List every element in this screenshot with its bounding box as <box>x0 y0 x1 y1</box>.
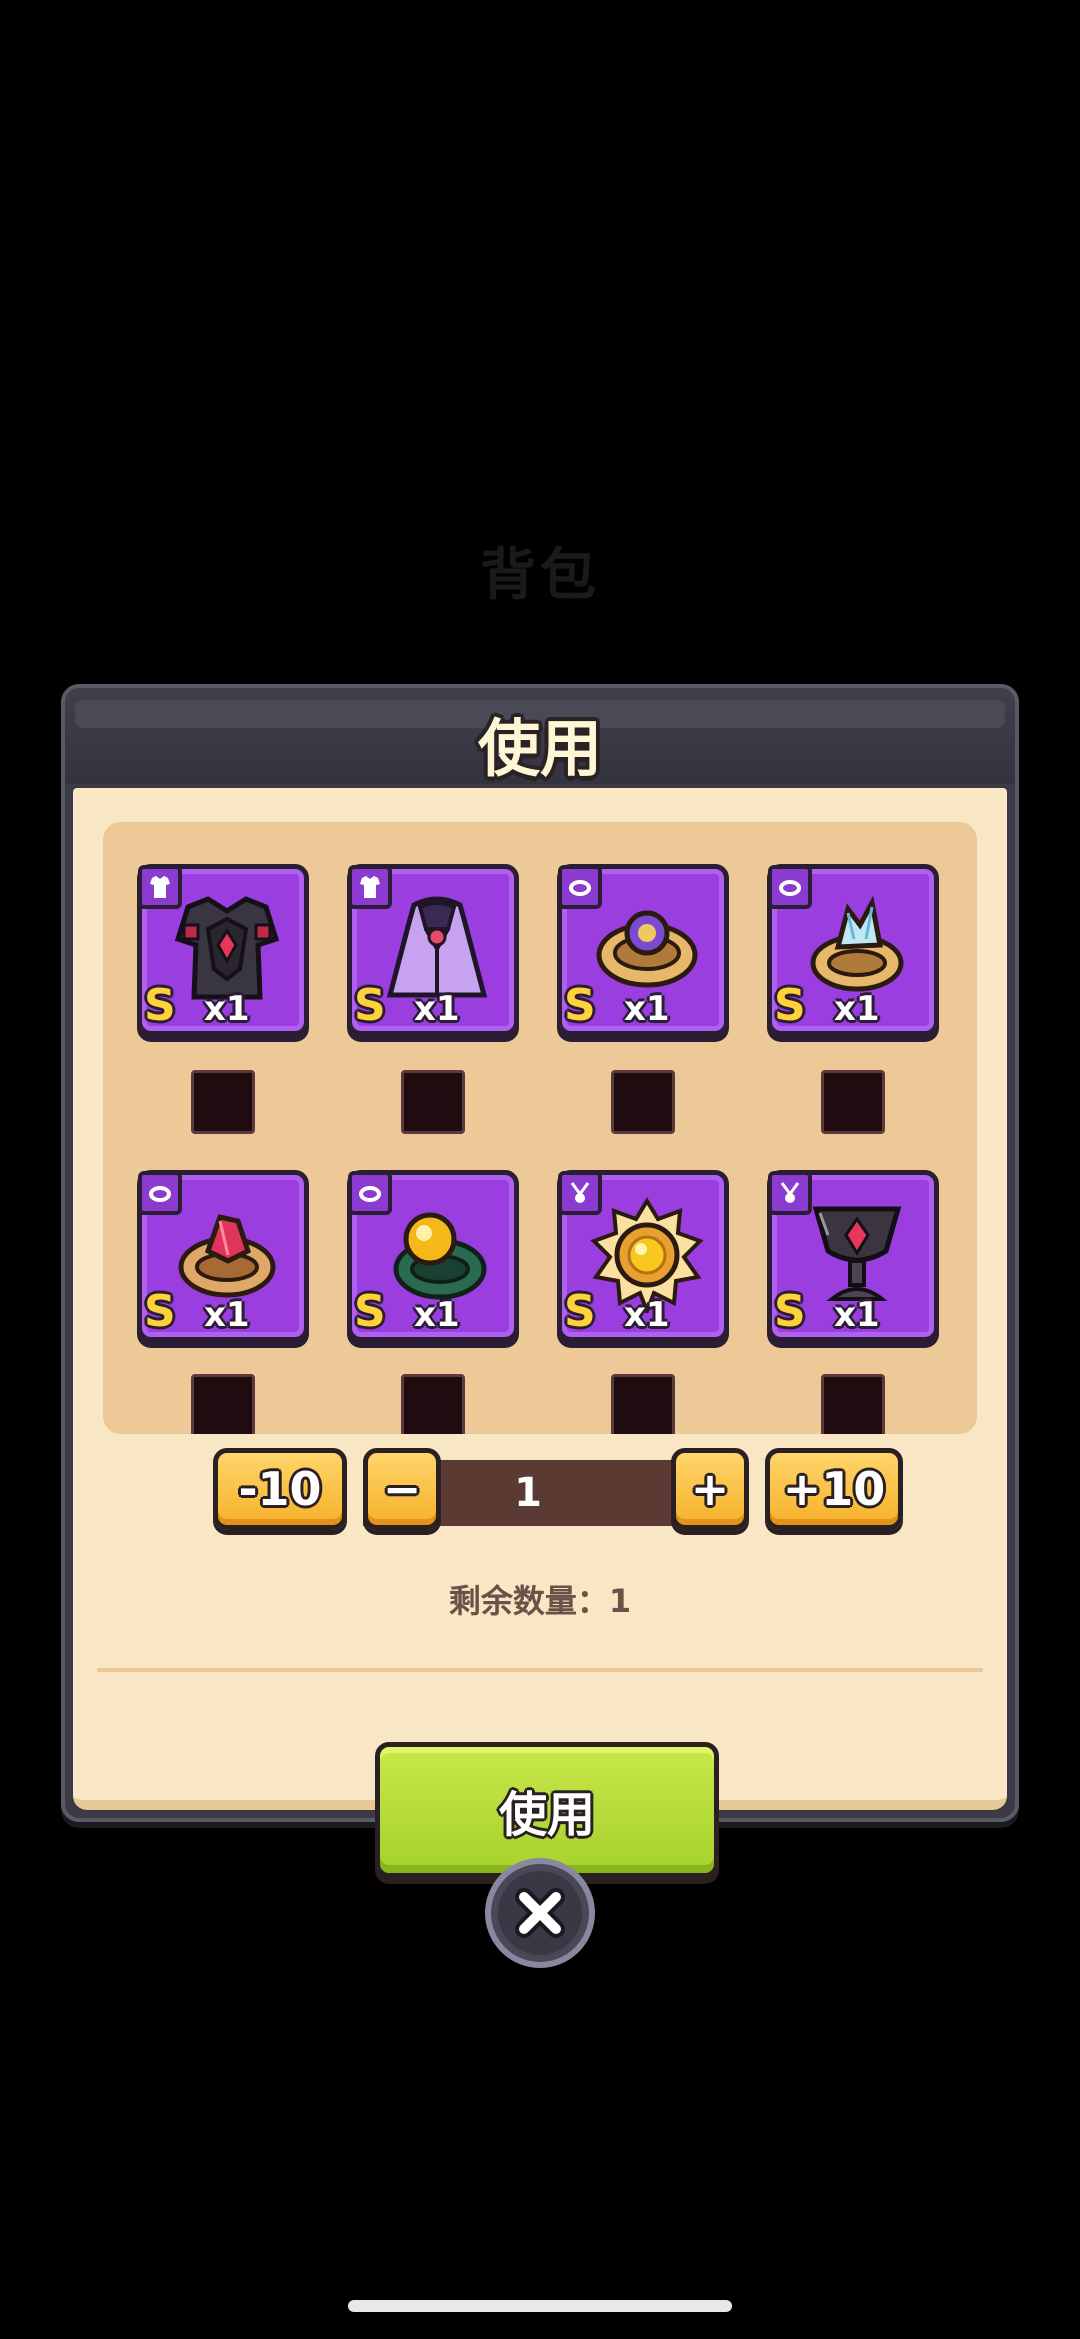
plus-10-button[interactable]: +10 <box>765 1448 903 1530</box>
item-count: x1 <box>834 989 880 1029</box>
close-button[interactable] <box>485 1858 595 1968</box>
background-title: 背包 <box>480 543 600 608</box>
minus-10-button[interactable]: -10 <box>213 1448 347 1530</box>
use-dialog: 使用 S x1 S x1 S x1 S x1 S x1 S x1 S x1 S … <box>61 684 1019 1878</box>
item-slot-6[interactable]: S x1 <box>347 1170 519 1342</box>
item-count: x1 <box>414 989 460 1029</box>
item-tile[interactable]: S x1 <box>347 1170 519 1342</box>
grade-label: S <box>774 980 806 1031</box>
grade-label: S <box>564 1286 596 1337</box>
select-checkbox-6[interactable] <box>401 1374 465 1434</box>
item-slot-8[interactable]: S x1 <box>767 1170 939 1342</box>
item-tile[interactable]: S x1 <box>557 864 729 1036</box>
select-checkbox-1[interactable] <box>191 1070 255 1134</box>
item-tile[interactable]: S x1 <box>137 864 309 1036</box>
item-count: x1 <box>834 1295 880 1335</box>
item-slot-3[interactable]: S x1 <box>557 864 729 1036</box>
grade-label: S <box>774 1286 806 1337</box>
item-tile[interactable]: S x1 <box>347 864 519 1036</box>
grade-label: S <box>144 980 176 1031</box>
dialog-body: S x1 S x1 S x1 S x1 S x1 S x1 S x1 S x1 … <box>73 788 1007 1878</box>
grade-label: S <box>354 980 386 1031</box>
item-tile[interactable]: S x1 <box>137 1170 309 1342</box>
item-slot-2[interactable]: S x1 <box>347 864 519 1036</box>
dialog-title: 使用 <box>477 712 602 785</box>
item-count: x1 <box>414 1295 460 1335</box>
grade-label: S <box>564 980 596 1031</box>
dialog-header: 使用 <box>65 688 1015 785</box>
close-icon <box>498 1871 582 1955</box>
item-count: x1 <box>624 1295 670 1335</box>
select-checkbox-7[interactable] <box>611 1374 675 1434</box>
item-count: x1 <box>624 989 670 1029</box>
select-checkbox-2[interactable] <box>401 1070 465 1134</box>
item-count: x1 <box>204 1295 250 1335</box>
item-slot-5[interactable]: S x1 <box>137 1170 309 1342</box>
select-checkbox-4[interactable] <box>821 1070 885 1134</box>
select-checkbox-3[interactable] <box>611 1070 675 1134</box>
plus-button[interactable]: + <box>671 1448 749 1530</box>
home-indicator[interactable] <box>348 2300 732 2312</box>
grade-label: S <box>144 1286 176 1337</box>
divider <box>97 1668 983 1672</box>
remaining-count: 剩余数量：1 <box>448 1582 632 1620</box>
item-tile[interactable]: S x1 <box>557 1170 729 1342</box>
select-checkbox-5[interactable] <box>191 1374 255 1434</box>
item-slot-1[interactable]: S x1 <box>137 864 309 1036</box>
quantity-selector: 1 -10 − + +10 <box>213 1448 903 1538</box>
item-grid: S x1 S x1 S x1 S x1 S x1 S x1 S x1 S x1 <box>103 822 977 1434</box>
item-tile[interactable]: S x1 <box>767 864 939 1036</box>
item-slot-7[interactable]: S x1 <box>557 1170 729 1342</box>
select-checkbox-8[interactable] <box>821 1374 885 1434</box>
item-slot-4[interactable]: S x1 <box>767 864 939 1036</box>
grade-label: S <box>354 1286 386 1337</box>
item-count: x1 <box>204 989 250 1029</box>
minus-button[interactable]: − <box>363 1448 441 1530</box>
item-tile[interactable]: S x1 <box>767 1170 939 1342</box>
